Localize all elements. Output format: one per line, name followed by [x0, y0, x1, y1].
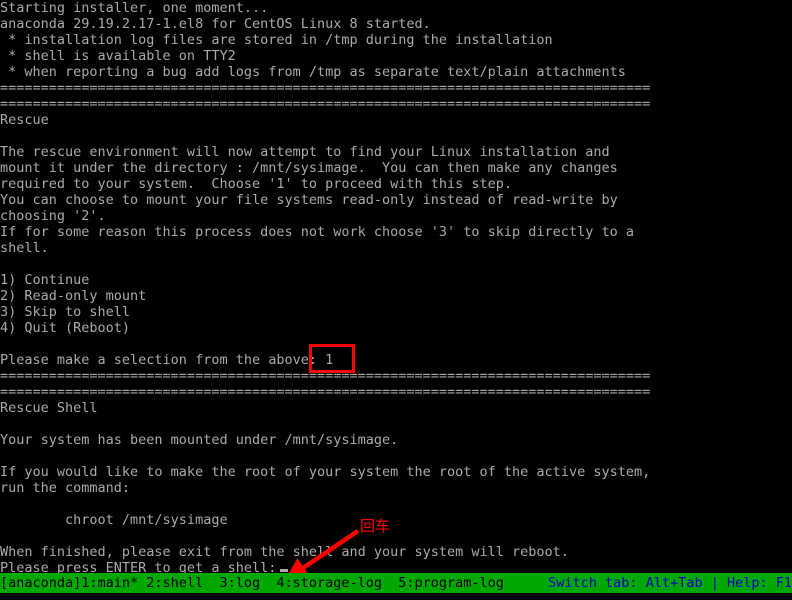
bottom-filler [0, 593, 792, 600]
status-bar-tabs[interactable]: [anaconda]1:main* 2:shell 3:log 4:storag… [0, 573, 504, 593]
status-bar[interactable]: [anaconda]1:main* 2:shell 3:log 4:storag… [0, 573, 792, 593]
console-output: Starting installer, one moment... anacon… [0, 0, 651, 576]
shell-prompt-cursor [280, 569, 288, 572]
status-bar-hints: Switch tab: Alt+Tab | Help: F1 [548, 575, 792, 591]
terminal-screen[interactable]: Starting installer, one moment... anacon… [0, 0, 792, 600]
